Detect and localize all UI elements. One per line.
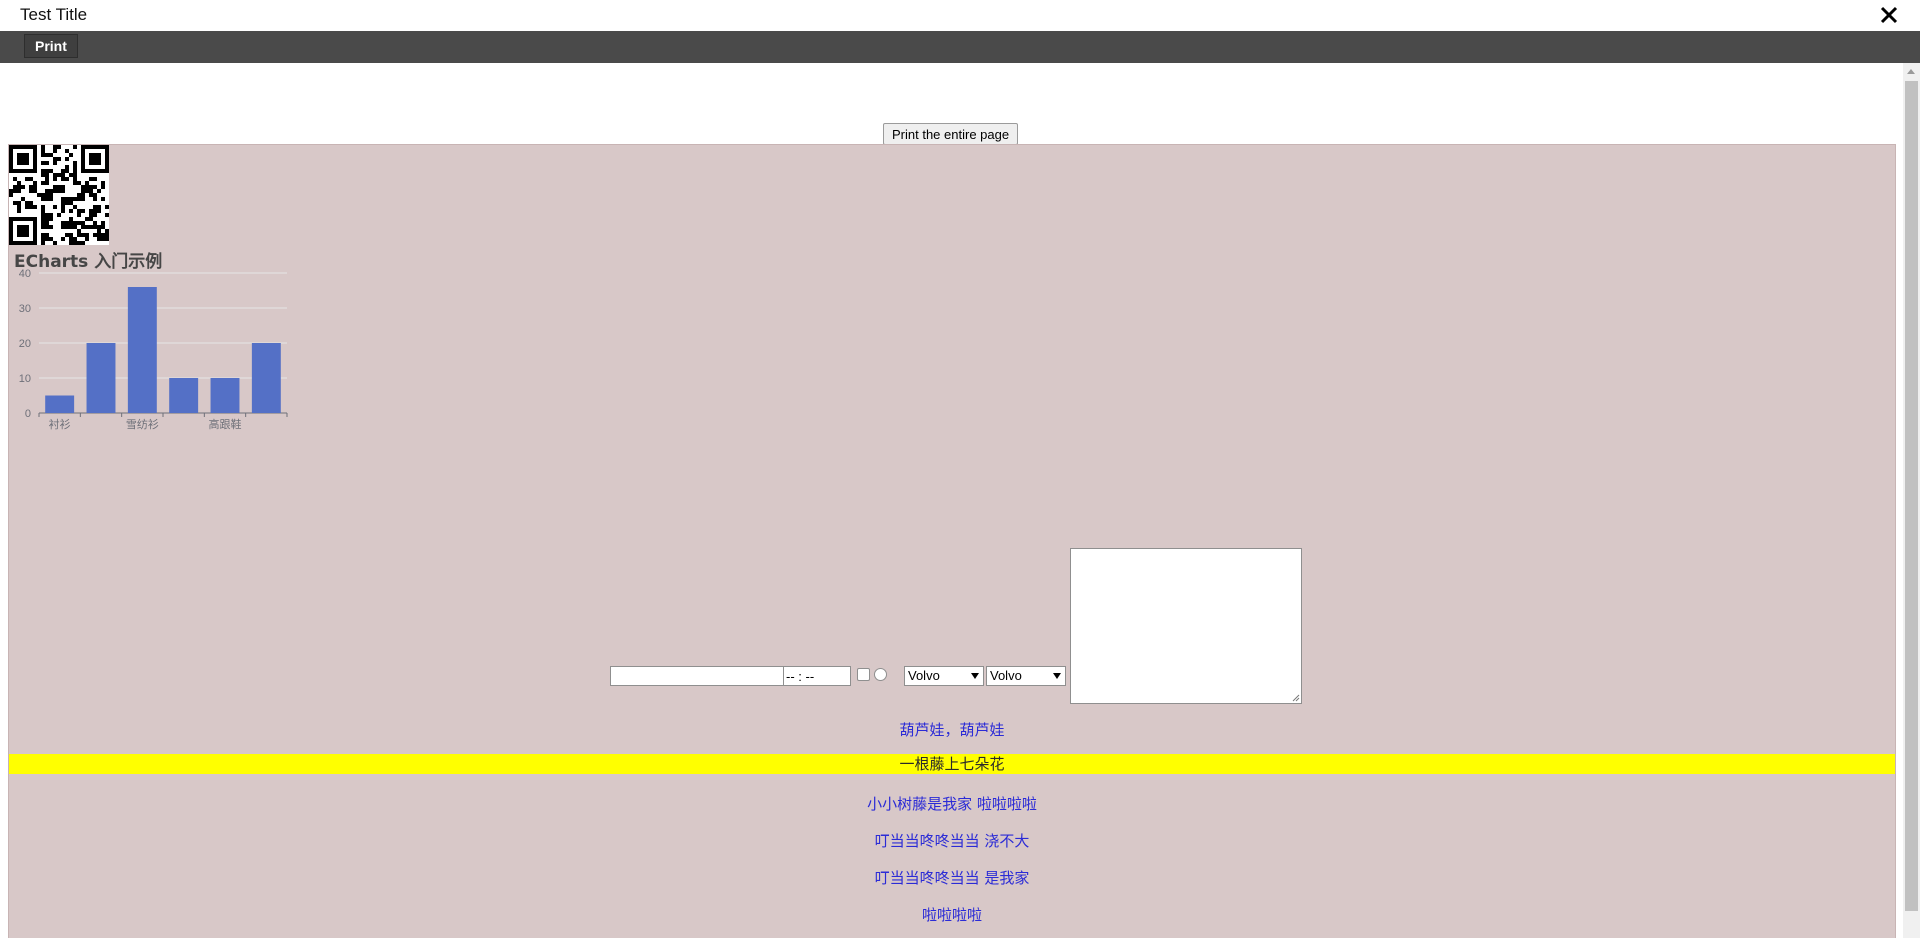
- lyric-line: 叮当当咚咚当当 是我家: [874, 869, 1030, 887]
- print-button[interactable]: Print: [24, 34, 78, 58]
- bar-chart: 0 10 20 30 40 衬衫 雪纺衫 高跟鞋: [9, 265, 299, 445]
- lyric-line: 葫芦娃，葫芦娃: [899, 721, 1005, 739]
- lyric-line-highlighted: 一根藤上七朵花: [9, 754, 1895, 774]
- vertical-scrollbar[interactable]: [1903, 63, 1920, 938]
- resize-grip-icon[interactable]: [1292, 694, 1300, 702]
- chevron-down-icon: [1053, 673, 1061, 679]
- checkbox[interactable]: [857, 668, 870, 681]
- preview-viewport: Print the entire page ECharts 入门示例 0 10 20…: [0, 63, 1920, 938]
- scrollbar-thumb[interactable]: [1905, 81, 1918, 911]
- x-tick-label: 衬衫: [49, 418, 71, 431]
- print-area: ECharts 入门示例 0 10 20 30 40 衬衫 雪纺衫 高跟鞋 -- : -- V…: [8, 144, 1896, 938]
- chart-bar[interactable]: [45, 395, 75, 414]
- chart-bar[interactable]: [127, 287, 157, 413]
- lyric-line: 小小树藤是我家 啦啦啦啦: [867, 795, 1037, 813]
- textarea[interactable]: [1070, 548, 1302, 704]
- close-icon[interactable]: [1876, 2, 1902, 28]
- car-select-2[interactable]: Volvo: [986, 666, 1066, 686]
- chevron-down-icon: [971, 673, 979, 679]
- car-select-2-value: Volvo: [990, 668, 1022, 683]
- y-tick-label: 20: [19, 338, 31, 350]
- x-tick-label: 雪纺衫: [126, 417, 159, 431]
- y-tick-label: 30: [19, 303, 31, 315]
- chart-bar[interactable]: [169, 378, 199, 413]
- chart-bar[interactable]: [210, 378, 240, 413]
- lyric-line: 叮当当咚咚当当 浇不大: [874, 832, 1030, 850]
- y-tick-label: 40: [19, 268, 31, 280]
- qr-code: [9, 145, 109, 245]
- text-input[interactable]: [610, 666, 784, 686]
- lyric-line: 啦啦啦啦: [921, 906, 982, 924]
- x-tick-label: 高跟鞋: [209, 417, 242, 431]
- window-title: Test Title: [20, 5, 88, 24]
- toolbar: Print: [0, 31, 1920, 63]
- print-entire-page-button[interactable]: Print the entire page: [883, 123, 1019, 145]
- chart-bar[interactable]: [86, 343, 116, 413]
- window-titlebar: Test Title: [0, 0, 1920, 31]
- radio-button[interactable]: [874, 668, 887, 681]
- scroll-up-icon[interactable]: [1907, 69, 1915, 74]
- y-tick-label: 10: [19, 373, 31, 385]
- y-tick-label: 0: [25, 408, 31, 420]
- time-input[interactable]: -- : --: [783, 666, 851, 686]
- chart-bar[interactable]: [251, 343, 281, 413]
- car-select-1-value: Volvo: [908, 668, 940, 683]
- car-select-1[interactable]: Volvo: [904, 666, 984, 686]
